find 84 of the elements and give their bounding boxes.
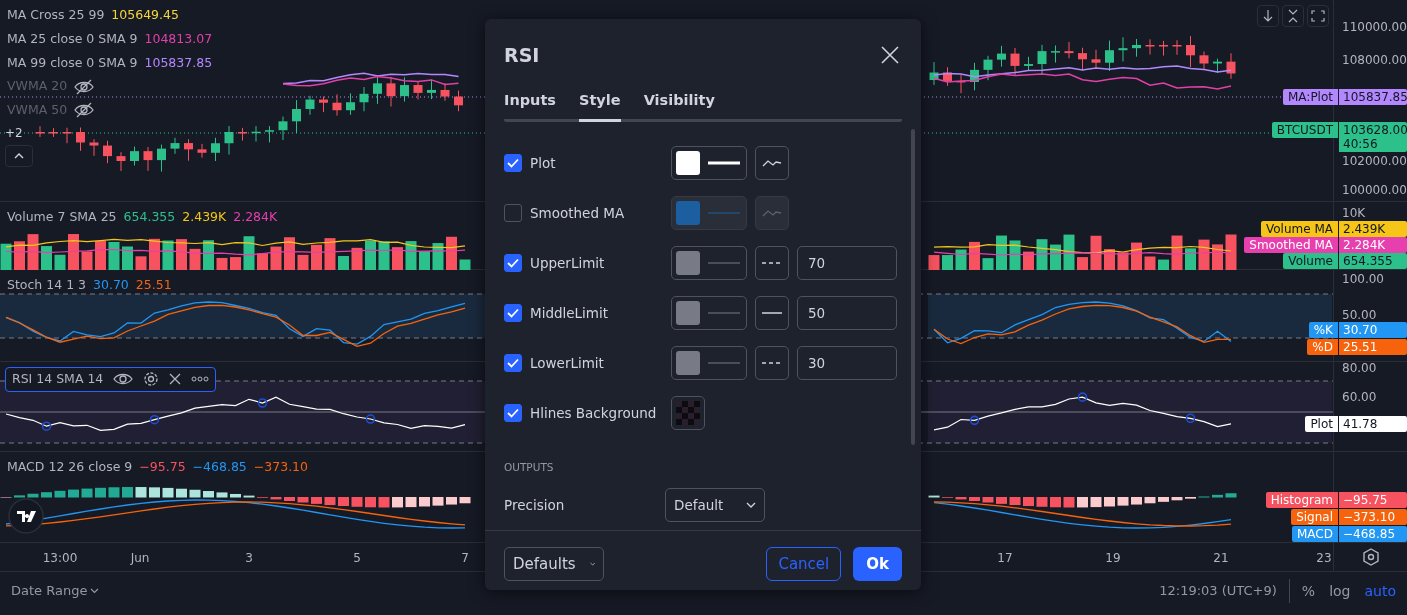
price-label: 103628.00 40:56 — [1339, 122, 1407, 152]
indicator-title: VWMA 20 — [7, 77, 68, 96]
indicator-title: Volume 7 SMA 25 — [7, 208, 117, 226]
price-label: −95.75 — [1339, 492, 1407, 508]
dialog-tab[interactable]: Style — [579, 89, 621, 123]
indicator-value: 654.355 — [123, 208, 176, 226]
clock-text: 12:19:03 (UTC+9) — [1159, 582, 1277, 601]
number-input[interactable]: 50 — [797, 296, 897, 331]
indicator-title: MA 25 close 0 SMA 9 — [7, 29, 138, 48]
more-indicators-count[interactable]: +2 — [5, 123, 23, 142]
number-input[interactable]: 30 — [797, 346, 897, 381]
axis-tick-label: 108000.00 — [1342, 53, 1407, 67]
series-tag: Volume — [1283, 253, 1338, 269]
indicator-title: MA Cross 25 99 — [7, 6, 105, 24]
axis-tick-label: 80.00 — [1342, 361, 1377, 375]
row-label: Hlines Background — [530, 404, 658, 424]
price-label: 105837.85 — [1339, 89, 1407, 105]
axis-tick-label: 100.00 — [1342, 272, 1384, 286]
axis-tick-label: 10K — [1342, 206, 1366, 220]
indicator-value: 25.51 — [135, 276, 172, 294]
dialog-tab[interactable]: Visibility — [643, 89, 715, 123]
price-label: −373.10 — [1339, 509, 1407, 525]
price-label: 41.78 — [1339, 416, 1407, 432]
time-tick-label: 13:00 — [42, 550, 78, 567]
indicator-title: Stoch 14 1 3 — [7, 276, 86, 294]
price-label: 25.51 — [1339, 339, 1407, 355]
time-tick-label: 19 — [1105, 550, 1121, 567]
indicator-value: 30.70 — [93, 276, 129, 294]
indicator-title: MACD 12 26 close 9 — [7, 458, 133, 476]
row-label: Smoothed MA — [530, 204, 626, 224]
series-tag: Volume MA — [1261, 221, 1338, 237]
row-label: Precision — [504, 495, 566, 515]
ok-button[interactable]: Ok — [853, 547, 902, 581]
indicator-value: 2.284K — [233, 208, 278, 226]
series-tag: Histogram — [1265, 492, 1338, 508]
series-tag: BTCUSDT — [1271, 122, 1338, 138]
indicator-value: 104813.07 — [144, 29, 213, 48]
series-tag: MA:Plot — [1283, 89, 1338, 105]
row-label: MiddleLimit — [530, 304, 610, 324]
indicator-value: 2.439K — [182, 208, 227, 226]
price-label: 2.284K — [1339, 237, 1407, 253]
time-tick-label: 3 — [245, 550, 253, 567]
row-label: Plot — [530, 154, 557, 174]
indicator-title: VWMA 50 — [7, 101, 68, 119]
axis-tick-label: 110000.00 — [1342, 20, 1407, 34]
price-label: 654.355 — [1339, 253, 1407, 269]
axis-tick-label: 102000.00 — [1342, 154, 1407, 168]
indicator-value: −468.85 — [192, 458, 247, 476]
row-label: LowerLimit — [530, 354, 605, 374]
scale-mode-button[interactable]: % — [1301, 580, 1316, 602]
series-tag: Smoothed MA — [1244, 237, 1338, 253]
indicator-title: RSI 14 SMA 14 — [12, 370, 104, 388]
axis-tick-label: 50.00 — [1342, 308, 1377, 322]
series-tag: %D — [1307, 339, 1338, 355]
indicator-value: 105837.85 — [144, 53, 213, 72]
time-tick-label: 17 — [997, 550, 1013, 567]
time-tick-label: 7 — [461, 550, 469, 567]
precision-dropdown[interactable]: Default — [665, 488, 765, 522]
indicator-value: −95.75 — [139, 458, 186, 476]
section-heading: OUTPUTS — [504, 460, 555, 476]
date-range-button[interactable]: Date Range — [11, 581, 100, 601]
time-tick-label: 5 — [353, 550, 361, 567]
dialog-title: RSI — [504, 43, 540, 68]
defaults-dropdown[interactable]: Defaults — [504, 547, 604, 581]
number-input[interactable]: 70 — [797, 246, 897, 281]
price-label: −468.85 — [1339, 526, 1407, 542]
scale-mode-button[interactable]: auto — [1364, 580, 1396, 602]
row-label: UpperLimit — [530, 254, 606, 274]
series-tag: %K — [1308, 322, 1338, 338]
indicator-value: 105649.45 — [111, 6, 179, 24]
series-tag: Plot — [1305, 416, 1338, 432]
series-tag: MACD — [1292, 526, 1338, 542]
time-tick-label: 23 — [1316, 550, 1332, 567]
price-label: 2.439K — [1339, 221, 1407, 237]
scale-mode-button[interactable]: log — [1329, 580, 1351, 602]
indicator-value: −373.10 — [253, 458, 309, 476]
series-tag: Signal — [1291, 509, 1338, 525]
dialog-tab[interactable]: Inputs — [504, 89, 556, 123]
time-tick-label: 21 — [1213, 550, 1229, 567]
time-tick-label: Jun — [130, 550, 150, 567]
indicator-title: MA 99 close 0 SMA 9 — [7, 53, 138, 72]
axis-tick-label: 60.00 — [1342, 390, 1377, 404]
price-label: 30.70 — [1339, 322, 1407, 338]
axis-tick-label: 100000.00 — [1342, 183, 1407, 197]
